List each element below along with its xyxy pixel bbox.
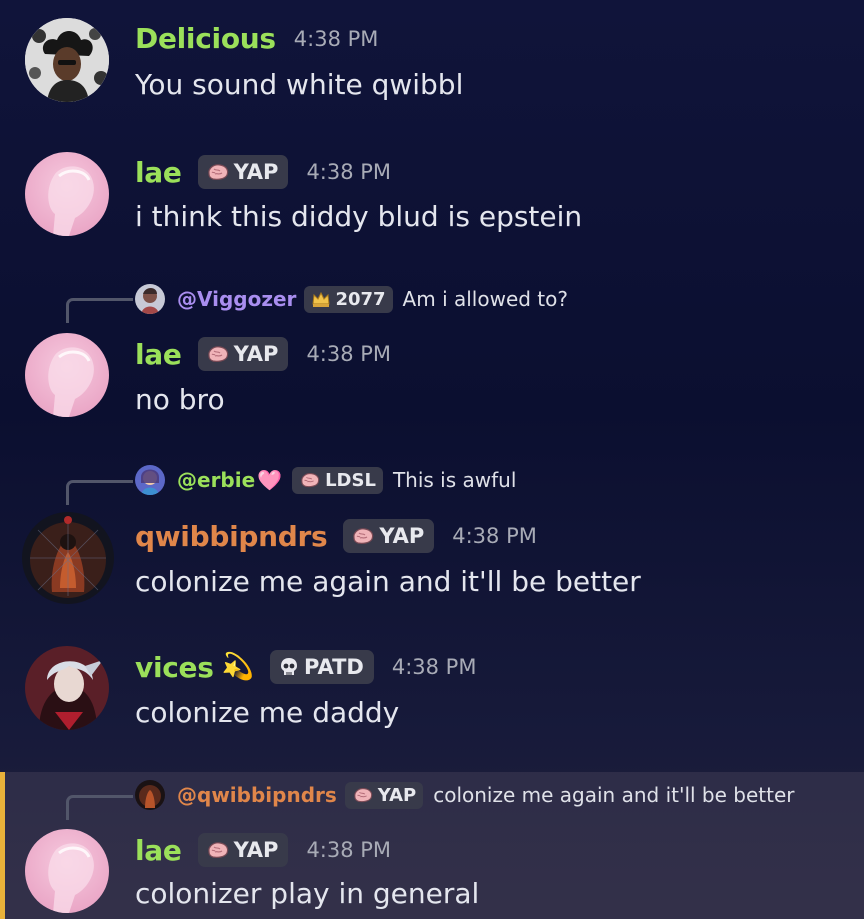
timestamp: 4:38 PM xyxy=(391,655,477,679)
message-text: colonizer play in general xyxy=(135,877,480,910)
reply-avatar xyxy=(135,284,165,314)
timestamp: 4:38 PM xyxy=(452,524,537,548)
username[interactable]: lae xyxy=(135,156,182,189)
username[interactable]: lae xyxy=(135,338,182,371)
reply-connector xyxy=(66,480,133,505)
tag-label: YAP xyxy=(233,838,279,862)
pink-brain-icon xyxy=(206,162,230,182)
reply-text: colonize me again and it'll be better xyxy=(433,783,795,807)
message-text: You sound white qwibbl xyxy=(135,68,464,101)
user-avatar[interactable] xyxy=(25,152,109,236)
reply-mention[interactable]: @erbie xyxy=(177,468,255,492)
pink-brain-icon xyxy=(206,344,230,364)
username[interactable]: vices xyxy=(135,651,214,684)
message-text: no bro xyxy=(135,383,225,416)
server-tag[interactable]: YAP xyxy=(344,781,424,809)
tag-label: 2077 xyxy=(335,288,386,310)
timestamp: 4:38 PM xyxy=(306,342,392,366)
username[interactable]: qwibbipndrs xyxy=(135,520,328,553)
tag-label: YAP xyxy=(233,342,279,366)
server-tag[interactable]: YAP xyxy=(197,337,289,371)
user-avatar[interactable] xyxy=(25,829,109,913)
pink-heart-emoji: 🩷 xyxy=(257,468,283,492)
server-tag[interactable]: PATD xyxy=(269,650,374,684)
tag-label: YAP xyxy=(233,160,279,184)
reply-avatar xyxy=(135,780,165,810)
message-text: i think this diddy blud is epstein xyxy=(135,200,583,233)
reply-mention[interactable]: @Viggozer xyxy=(177,287,296,311)
timestamp: 4:38 PM xyxy=(306,838,392,862)
reply-text: Am i allowed to? xyxy=(402,287,568,311)
tag-label: YAP xyxy=(379,524,425,548)
tag-label: PATD xyxy=(303,655,364,679)
server-tag[interactable]: YAP xyxy=(343,519,435,553)
username[interactable]: lae xyxy=(135,834,182,867)
pink-brain-icon xyxy=(352,786,374,804)
message-text: colonize me daddy xyxy=(135,696,400,729)
user-avatar[interactable] xyxy=(25,18,109,102)
reply-preview[interactable]: @qwibbipndrs YAP colonize me again and i… xyxy=(135,780,795,810)
user-avatar[interactable] xyxy=(25,646,109,730)
timestamp: 4:38 PM xyxy=(306,160,392,184)
reply-text: This is awful xyxy=(392,468,517,492)
reply-preview[interactable]: @Viggozer 2077 Am i allowed to? xyxy=(135,284,568,314)
reply-mention[interactable]: @qwibbipndrs xyxy=(177,783,337,807)
pink-brain-icon xyxy=(299,471,321,489)
dizzy-emoji: 💫 xyxy=(221,652,254,682)
reply-connector xyxy=(66,298,133,323)
server-tag[interactable]: 2077 xyxy=(304,285,393,313)
gold-crown-icon xyxy=(312,291,330,307)
tag-label: LDSL xyxy=(325,469,376,491)
pink-brain-icon xyxy=(206,840,230,860)
timestamp: 4:38 PM xyxy=(293,26,379,51)
reply-connector xyxy=(66,795,133,820)
skull-icon xyxy=(280,658,297,675)
reply-preview[interactable]: @erbie 🩷 LDSL This is awful xyxy=(135,465,516,495)
user-avatar[interactable] xyxy=(25,333,109,417)
message-text: colonize me again and it'll be better xyxy=(135,565,641,598)
user-avatar[interactable] xyxy=(22,512,114,604)
server-tag[interactable]: YAP xyxy=(197,155,289,189)
server-tag[interactable]: YAP xyxy=(197,833,289,867)
tag-label: YAP xyxy=(377,784,417,806)
username[interactable]: Delicious xyxy=(135,22,276,55)
server-tag[interactable]: LDSL xyxy=(292,466,383,494)
reply-avatar xyxy=(135,465,165,495)
pink-brain-icon xyxy=(351,526,375,546)
